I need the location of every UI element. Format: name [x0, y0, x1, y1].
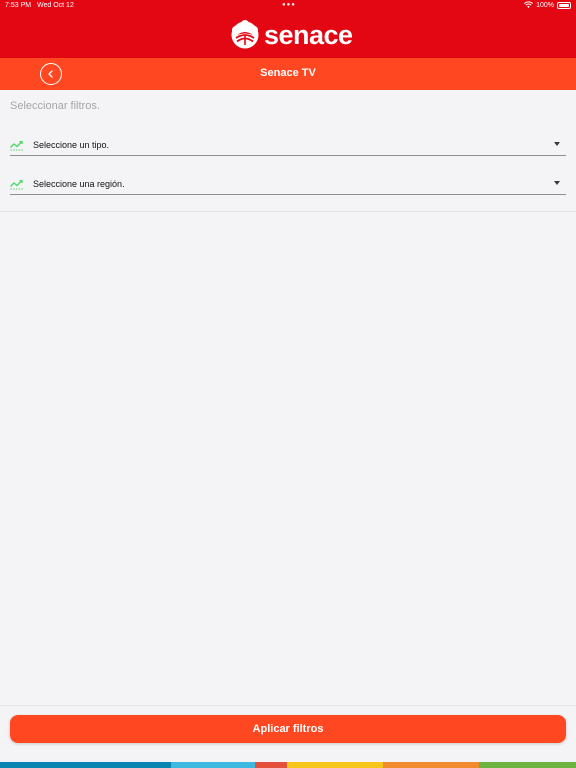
- battery-icon: [557, 1, 571, 9]
- footer-divider: [0, 705, 576, 706]
- status-time: 7:53 PM: [5, 2, 32, 9]
- apply-filters-button[interactable]: Aplicar filtros: [10, 715, 566, 743]
- caret-down-icon: [554, 142, 560, 146]
- filters-label: Seleccionar filtros.: [10, 100, 100, 112]
- logo-text: senace: [264, 20, 353, 50]
- battery-percent: 100%: [536, 1, 554, 9]
- caret-down-icon: [554, 181, 560, 185]
- nav-bar: Senace TV: [0, 58, 576, 90]
- stripe-segment: [479, 762, 576, 768]
- type-select-text: Seleccione un tipo.: [33, 139, 110, 150]
- trending-up-icon: [10, 179, 24, 189]
- page-title: Senace TV: [260, 67, 316, 79]
- trending-up-icon: [10, 140, 24, 150]
- multitask-dots-icon[interactable]: ●●●: [282, 2, 296, 8]
- status-date: Wed Oct 12: [37, 2, 74, 9]
- stripe-segment: [287, 762, 383, 768]
- stripe-segment: [383, 762, 479, 768]
- section-divider: [0, 211, 576, 212]
- type-select[interactable]: Seleccione un tipo.: [10, 134, 566, 156]
- stripe-segment: [255, 762, 287, 768]
- region-select[interactable]: Seleccione una región.: [10, 173, 566, 195]
- senace-logo-mark-icon: [231, 20, 259, 49]
- status-indicators: 100%: [524, 1, 571, 9]
- app-header: 7:53 PM Wed Oct 12 ●●● 100% senace: [0, 0, 576, 58]
- region-select-text: Seleccione una región.: [33, 178, 125, 189]
- senace-logo: senace: [230, 20, 353, 50]
- stripe-segment: [171, 762, 255, 768]
- brand-color-stripe: [0, 762, 576, 768]
- wifi-icon: [524, 1, 534, 8]
- status-bar: 7:53 PM Wed Oct 12 ●●● 100%: [0, 0, 576, 13]
- stripe-segment: [0, 762, 171, 768]
